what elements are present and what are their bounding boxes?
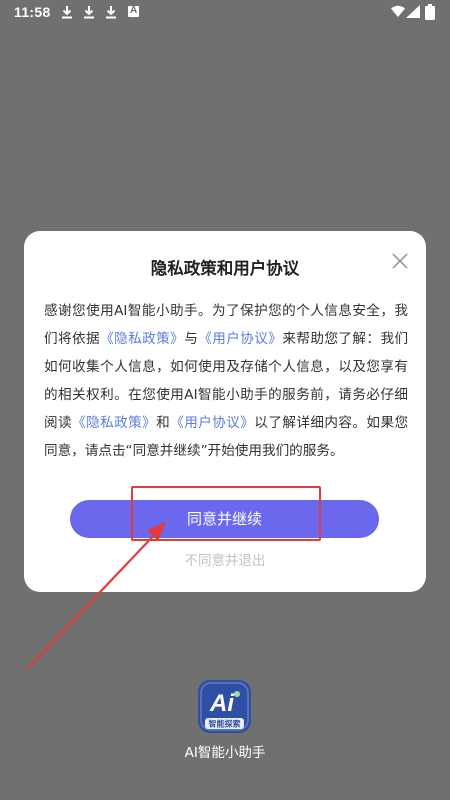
svg-text:智能探索: 智能探索 [209, 719, 241, 729]
body-text: 与 [184, 331, 199, 347]
wifi-icon [391, 5, 405, 17]
a-notification-icon: A [128, 5, 139, 17]
status-bar: 11:58 A [0, 0, 450, 26]
status-time: 11:58 [14, 4, 51, 20]
app-logo: Ai 智能探索 [198, 680, 251, 733]
privacy-policy-link[interactable]: 《隐私政策》 [72, 415, 156, 431]
app-name: AI智能小助手 [184, 745, 266, 761]
annotation-highlight-box [131, 486, 321, 541]
dialog-title: 隐私政策和用户协议 [150, 259, 300, 278]
body-text: 和 [156, 415, 171, 431]
download-icon [62, 6, 72, 19]
dialog-body: 感谢您使用AI智能小助手。为了保护您的个人信息安全，我们将依据《隐私政策》与《用… [44, 297, 408, 465]
signal-icon [406, 5, 420, 18]
battery-icon [425, 4, 435, 20]
user-agreement-link[interactable]: 《用户协议》 [170, 415, 254, 431]
download-icon [106, 6, 116, 19]
svg-text:Ai: Ai [209, 690, 235, 717]
user-agreement-link[interactable]: 《用户协议》 [198, 331, 282, 347]
download-icon [84, 6, 94, 19]
privacy-policy-link[interactable]: 《隐私政策》 [100, 331, 184, 347]
close-icon[interactable] [391, 252, 409, 270]
disagree-exit-button[interactable]: 不同意并退出 [24, 549, 426, 569]
